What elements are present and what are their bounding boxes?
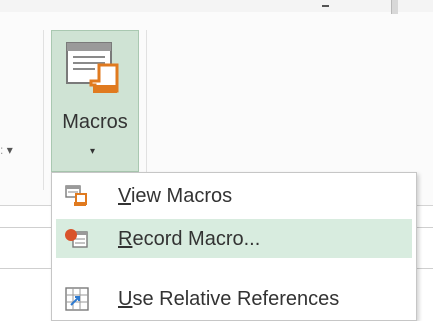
- record-macro-icon: [65, 227, 89, 251]
- relative-references-icon: [65, 287, 89, 311]
- macros-label: Macros: [62, 111, 128, 133]
- menu-item-view-macros[interactable]: View Macros: [56, 176, 412, 215]
- menu-item-record-macro[interactable]: Record Macro...: [56, 219, 412, 258]
- top-strip: [0, 0, 433, 12]
- left-dropdown-caret[interactable]: : ▾: [0, 143, 13, 157]
- macros-dropdown-menu: View Macros Record Macro... Use Relative…: [51, 172, 417, 321]
- macros-button[interactable]: Macros ▾: [51, 30, 139, 172]
- top-scrollbar[interactable]: [391, 0, 398, 14]
- top-dash: [322, 5, 329, 7]
- chevron-down-icon: ▾: [90, 146, 96, 157]
- menu-item-use-relative-references[interactable]: Use Relative References: [56, 279, 412, 318]
- menu-item-label: Use Relative References: [118, 288, 340, 310]
- group-separator: [146, 30, 147, 190]
- menu-item-label: Record Macro...: [118, 228, 261, 250]
- menu-item-label: View Macros: [118, 185, 233, 207]
- view-macros-icon: [65, 184, 89, 208]
- group-separator: [43, 30, 44, 190]
- macros-icon: [65, 39, 127, 106]
